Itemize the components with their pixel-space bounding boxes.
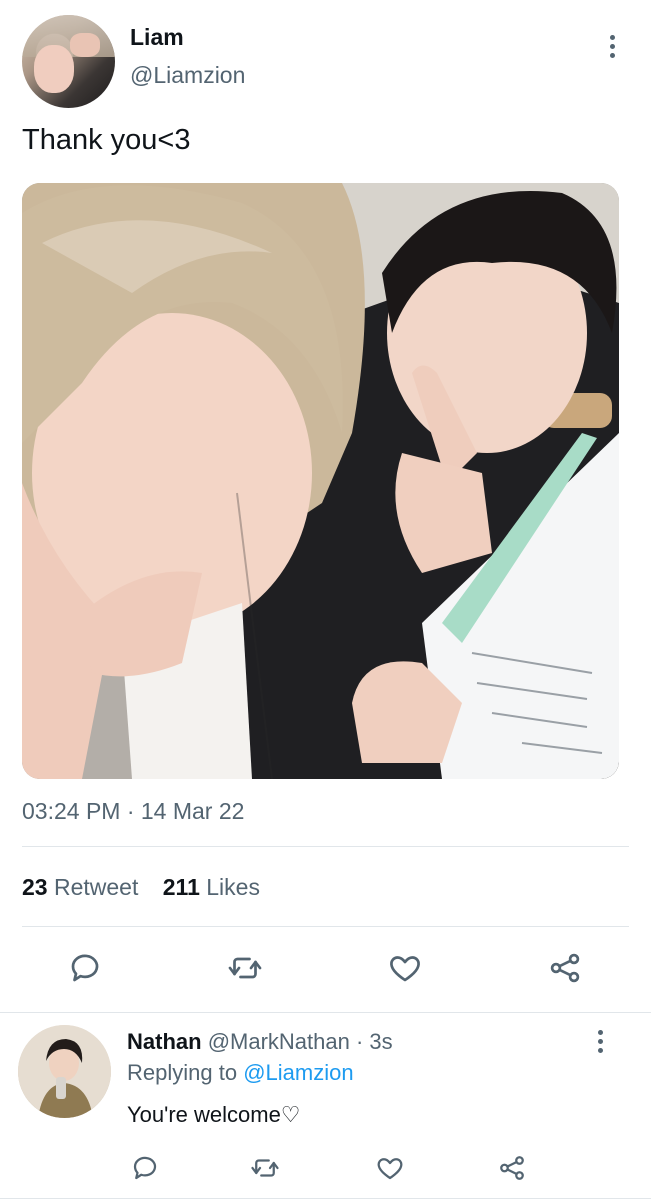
divider — [22, 926, 629, 927]
avatar-illustration — [18, 1025, 111, 1118]
replying-to-link[interactable]: @Liamzion — [243, 1060, 353, 1085]
reply-author-avatar[interactable] — [18, 1025, 111, 1118]
tweet-photo[interactable] — [22, 183, 619, 779]
replying-to: Replying to @Liamzion — [127, 1060, 354, 1086]
author-name[interactable]: Liam — [130, 24, 184, 51]
tweet-text: Thank you<3 — [22, 124, 191, 156]
share-icon[interactable] — [492, 1148, 532, 1188]
reply-author-handle[interactable]: @MarkNathan — [208, 1029, 350, 1054]
tweet-timestamp: 03:24 PM · 14 Mar 22 — [22, 798, 245, 824]
author-avatar[interactable] — [22, 15, 115, 108]
reply-header: Nathan @MarkNathan · 3s — [127, 1029, 393, 1055]
retweet-icon[interactable] — [245, 1148, 285, 1188]
divider — [22, 846, 629, 847]
reply-author-name[interactable]: Nathan — [127, 1029, 202, 1054]
tweet-stats: 23 Retweet 211 Likes — [22, 874, 260, 901]
more-vertical-icon[interactable] — [610, 35, 616, 62]
retweet-icon[interactable] — [225, 948, 265, 988]
like-icon[interactable] — [370, 1148, 410, 1188]
avatar-hand — [70, 33, 100, 57]
like-label[interactable]: Likes — [206, 874, 260, 900]
like-count[interactable]: 211 — [163, 874, 200, 900]
author-handle[interactable]: @Liamzion — [130, 62, 245, 89]
reply-icon[interactable] — [65, 948, 105, 988]
like-icon[interactable] — [385, 948, 425, 988]
avatar-face — [34, 45, 74, 93]
photo-illustration — [22, 183, 619, 779]
retweet-label[interactable]: Retweet — [54, 874, 138, 900]
reply-icon[interactable] — [125, 1148, 165, 1188]
divider — [0, 1012, 651, 1013]
retweet-count[interactable]: 23 — [22, 874, 48, 900]
more-vertical-icon[interactable] — [598, 1030, 604, 1057]
reply-text: You're welcome♡ — [127, 1102, 301, 1127]
share-icon[interactable] — [545, 948, 585, 988]
divider — [0, 1198, 651, 1199]
reply-time: · 3s — [355, 1029, 393, 1054]
replying-prefix: Replying to — [127, 1060, 238, 1085]
